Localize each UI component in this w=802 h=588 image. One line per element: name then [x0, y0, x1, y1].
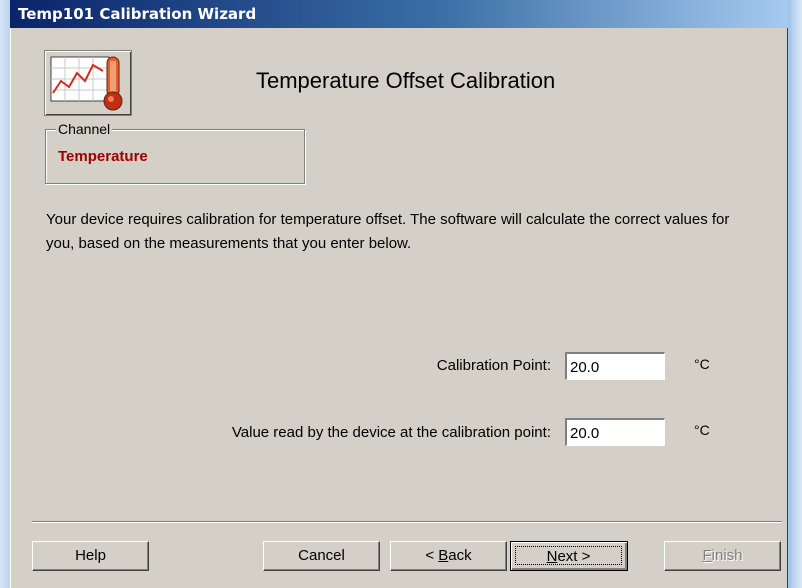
help-button[interactable]: Help	[32, 541, 149, 571]
finish-button[interactable]: Finish	[664, 541, 781, 571]
device-value-unit: °C	[694, 422, 710, 438]
channel-value: Temperature	[58, 148, 148, 165]
desktop-left-edge	[0, 0, 10, 588]
calibration-point-label: Calibration Point:	[436, 357, 551, 374]
cancel-button[interactable]: Cancel	[263, 541, 380, 571]
finish-button-rest: inish	[711, 547, 743, 564]
description-text: Your device requires calibration for tem…	[46, 211, 730, 252]
calibration-point-input[interactable]: 20.0	[565, 352, 665, 380]
channel-legend: Channel	[56, 121, 113, 137]
back-button-mnemonic: B	[438, 547, 449, 564]
channel-group: Channel Temperature	[45, 121, 305, 184]
back-button-prefix: <	[425, 547, 439, 564]
next-button-mnemonic: N	[546, 548, 558, 565]
device-value-input[interactable]: 20.0	[565, 418, 665, 446]
next-button[interactable]: Next >	[510, 541, 628, 571]
button-separator-highlight	[32, 522, 782, 523]
back-button-rest: ack	[448, 547, 472, 564]
calibration-point-unit: °C	[694, 356, 710, 372]
next-button-focus: Next >	[515, 546, 622, 565]
temperature-graph-thermometer-icon	[44, 50, 132, 116]
page-title: Temperature Offset Calibration	[256, 68, 556, 93]
device-value-label: Value read by the device at the calibrat…	[231, 424, 551, 441]
window-title[interactable]: Temp101 Calibration Wizard	[10, 0, 788, 28]
back-button[interactable]: < Back	[390, 541, 507, 571]
desktop-right-edge	[788, 0, 802, 588]
wizard-window: Temp101 Calibration Wizard Temperature O…	[10, 0, 788, 588]
next-button-rest: ext >	[557, 548, 591, 565]
finish-button-mnemonic: F	[702, 547, 712, 564]
